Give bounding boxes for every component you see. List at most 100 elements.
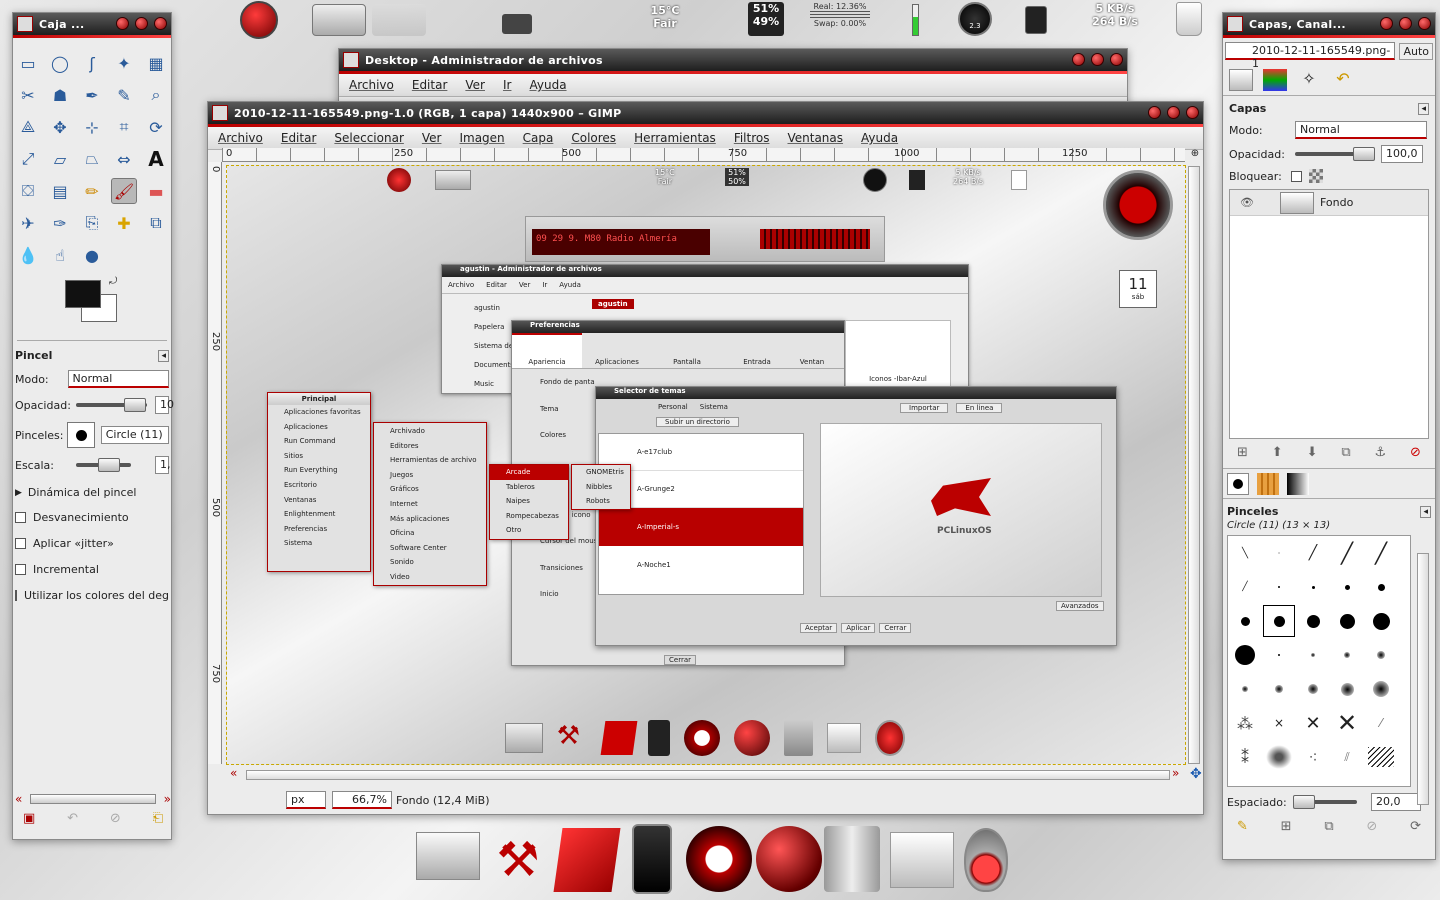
brush-thumb[interactable]: ⁖ bbox=[1308, 748, 1317, 767]
color-swatches[interactable]: ⤾ bbox=[65, 276, 171, 340]
layers-titlebar[interactable]: Capas, Canal... bbox=[1223, 13, 1435, 35]
brush-thumb[interactable] bbox=[1306, 614, 1320, 628]
brush-thumb[interactable]: ╱ bbox=[1375, 541, 1387, 565]
raise-layer-icon[interactable]: ⬆ bbox=[1272, 445, 1283, 460]
bucket-fill-icon[interactable]: ⛋ bbox=[15, 178, 41, 204]
layer-opacity-slider[interactable] bbox=[1295, 147, 1375, 161]
brush-thumb[interactable] bbox=[1372, 612, 1390, 630]
perspective-icon[interactable]: ⏢ bbox=[79, 146, 105, 172]
brush-thumb[interactable]: ╲ bbox=[1242, 548, 1248, 559]
tab-patterns-icon[interactable] bbox=[1257, 472, 1279, 495]
tab-gradients-icon[interactable] bbox=[1287, 472, 1309, 495]
menu-editar[interactable]: Editar bbox=[412, 78, 448, 92]
brush-thumb[interactable] bbox=[1340, 682, 1354, 696]
toolbox-titlebar[interactable]: Caja ... bbox=[13, 13, 171, 35]
vertical-ruler[interactable]: 0 250 500 750 bbox=[208, 162, 222, 764]
rotate-icon[interactable]: ⟳ bbox=[143, 114, 169, 140]
brush-thumb[interactable]: ⁑ bbox=[1241, 748, 1249, 767]
brush-thumb[interactable] bbox=[1278, 586, 1280, 588]
ink-icon[interactable]: ✑ bbox=[47, 210, 73, 236]
brush-thumb[interactable]: ✕ bbox=[1337, 709, 1357, 737]
menu-archivo[interactable]: Archivo bbox=[218, 131, 263, 145]
lower-layer-icon[interactable]: ⬇ bbox=[1307, 445, 1318, 460]
memory-widget[interactable]: Real: 12.36% Swap: 0.00% bbox=[810, 2, 870, 28]
minimize-button[interactable] bbox=[1072, 53, 1085, 66]
brush-thumb[interactable]: × bbox=[1274, 716, 1284, 730]
tab-channels-icon[interactable] bbox=[1263, 68, 1287, 91]
navigation-icon[interactable]: ✥ bbox=[1190, 766, 1202, 782]
panel-menu-icon[interactable]: ◂ bbox=[158, 349, 169, 362]
maximize-button[interactable] bbox=[135, 17, 148, 30]
brush-thumb[interactable] bbox=[1339, 613, 1355, 629]
tab-layers-icon[interactable] bbox=[1229, 68, 1253, 91]
maximize-button[interactable] bbox=[1399, 17, 1412, 30]
brush-thumb[interactable]: ✕ bbox=[1305, 713, 1320, 734]
panel-menu-icon[interactable]: ◂ bbox=[1418, 102, 1429, 115]
edit-brush-icon[interactable]: ✎ bbox=[1237, 819, 1248, 834]
menu-archivo[interactable]: Archivo bbox=[349, 78, 394, 92]
brush-thumb-selected[interactable] bbox=[1263, 605, 1295, 637]
dock-screens-icon[interactable] bbox=[890, 832, 954, 888]
scale-slider[interactable] bbox=[75, 458, 131, 472]
refresh-brushes-icon[interactable]: ⟳ bbox=[1410, 819, 1421, 834]
brush-thumb[interactable] bbox=[1242, 686, 1248, 692]
opacity-field[interactable]: 10 bbox=[155, 396, 174, 414]
zoom-icon[interactable]: ⌕ bbox=[143, 82, 169, 108]
pencil-icon[interactable]: ✏ bbox=[79, 178, 105, 204]
clone-icon[interactable]: ⎘ bbox=[79, 210, 105, 236]
dock-design-icon[interactable] bbox=[553, 828, 621, 892]
brush-thumb[interactable] bbox=[1368, 747, 1394, 767]
eraser-icon[interactable]: ▬ bbox=[143, 178, 169, 204]
maximize-button[interactable] bbox=[1167, 106, 1180, 119]
cpu-widget[interactable]: 51% 49% bbox=[748, 2, 784, 36]
weather-widget[interactable]: 15°C Fair bbox=[645, 4, 685, 30]
anchor-layer-icon[interactable]: ⚓ bbox=[1375, 445, 1387, 460]
brush-thumb[interactable] bbox=[1308, 684, 1318, 694]
brush-thumb[interactable] bbox=[1344, 584, 1350, 590]
brush-thumb[interactable] bbox=[1377, 583, 1385, 591]
brush-thumb[interactable] bbox=[1240, 616, 1250, 626]
layer-mode-select[interactable]: Normal bbox=[1295, 121, 1427, 139]
menu-ver[interactable]: Ver bbox=[422, 131, 442, 145]
image-select[interactable]: 2010-12-11-165549.png-1 bbox=[1225, 42, 1396, 70]
speaker-icon[interactable] bbox=[1025, 6, 1047, 34]
scale-field[interactable]: 1, bbox=[155, 456, 171, 474]
mode-select[interactable]: Normal bbox=[67, 370, 169, 388]
layer-name[interactable]: Fondo bbox=[1320, 196, 1353, 209]
close-button[interactable] bbox=[154, 17, 167, 30]
perspective-clone-icon[interactable]: ⧉ bbox=[143, 210, 169, 236]
paths-icon[interactable]: ✒ bbox=[79, 82, 105, 108]
scissors-icon[interactable]: ✂ bbox=[15, 82, 41, 108]
pclinux-menu-icon[interactable] bbox=[240, 1, 278, 39]
close-button[interactable] bbox=[1186, 106, 1199, 119]
brush-thumb[interactable] bbox=[1278, 654, 1280, 656]
dock-player-icon[interactable] bbox=[632, 824, 672, 894]
text-icon[interactable]: A bbox=[143, 146, 169, 172]
delete-layer-icon[interactable]: ⊘ bbox=[1410, 445, 1421, 460]
save-options-icon[interactable]: ▣ bbox=[23, 811, 35, 826]
brush-thumb[interactable] bbox=[1373, 681, 1389, 697]
dock-paint-icon[interactable] bbox=[824, 826, 880, 892]
menu-editar[interactable]: Editar bbox=[281, 131, 317, 145]
gimp-titlebar[interactable]: 2010-12-11-165549.png-1.0 (RGB, 1 capa) … bbox=[208, 102, 1203, 124]
dock-mail-icon[interactable] bbox=[686, 826, 752, 892]
menu-colores[interactable]: Colores bbox=[571, 131, 616, 145]
paintbrush-icon[interactable]: 🖌 bbox=[111, 178, 137, 204]
trash-icon[interactable] bbox=[1176, 2, 1202, 36]
measure-icon[interactable]: ⟁ bbox=[15, 114, 41, 140]
menu-ir[interactable]: Ir bbox=[503, 78, 511, 92]
expander-arrow-icon[interactable]: ▶ bbox=[15, 488, 22, 498]
delete-brush-icon[interactable]: ⊘ bbox=[1366, 819, 1377, 834]
brush-thumb[interactable] bbox=[1311, 585, 1315, 589]
brush-thumb[interactable]: ╱ bbox=[1309, 545, 1317, 561]
use-colors-checkbox[interactable] bbox=[15, 590, 18, 601]
brush-thumb[interactable]: ⁄ bbox=[1380, 716, 1382, 730]
close-button[interactable] bbox=[1110, 53, 1123, 66]
spacing-slider[interactable] bbox=[1293, 795, 1357, 809]
fuzzy-select-icon[interactable]: ✦ bbox=[111, 50, 137, 76]
minimize-button[interactable] bbox=[1148, 106, 1161, 119]
delete-options-icon[interactable]: ⊘ bbox=[110, 811, 121, 826]
ellipse-select-icon[interactable]: ◯ bbox=[47, 50, 73, 76]
dock-globe-icon[interactable] bbox=[756, 826, 822, 892]
color-select-icon[interactable]: ▦ bbox=[143, 50, 169, 76]
